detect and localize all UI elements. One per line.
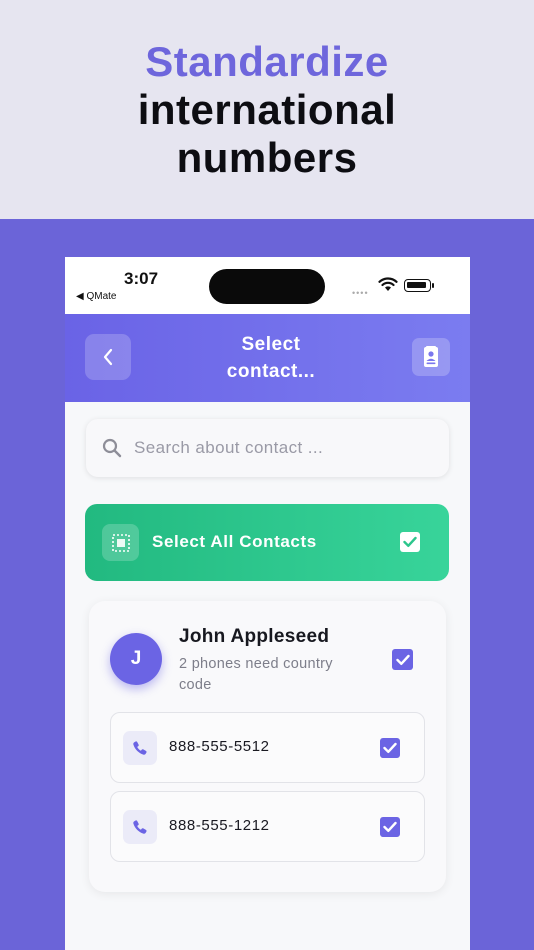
phone-number: 888-555-1212 (169, 817, 270, 834)
contact-card: J John Appleseed 2 phones need country c… (89, 601, 446, 892)
phone-number-row[interactable]: 888-555-5512 (110, 712, 425, 783)
phone-screen: 3:07 ◀ QMate •••• Select contact... Sear… (65, 257, 470, 950)
chevron-left-icon (103, 348, 113, 366)
search-input[interactable] (134, 435, 434, 461)
back-button[interactable] (85, 334, 131, 380)
page-title: Select contact... (226, 334, 316, 382)
phone-icon (123, 731, 157, 765)
search-box (86, 419, 449, 477)
contact-subtitle: 2 phones need country code (179, 656, 333, 693)
select-all-contacts-button[interactable]: Select All Contacts (85, 504, 449, 581)
nav-header: Select contact... (65, 314, 470, 402)
contacts-book-button[interactable] (412, 338, 450, 376)
status-bar: 3:07 ◀ QMate •••• (65, 257, 470, 314)
dynamic-island (209, 269, 325, 304)
cellular-signal-icon: •••• (352, 288, 369, 298)
wifi-icon (378, 277, 398, 291)
checkmark-icon (383, 821, 397, 832)
hero-banner: Standardize international numbers (0, 0, 534, 219)
phone-number-row[interactable]: 888-555-1212 (110, 791, 425, 862)
search-icon (102, 438, 122, 458)
avatar: J (110, 633, 162, 685)
contact-name: John Appleseed (179, 626, 330, 647)
hero-headline-highlight: Standardize (145, 38, 389, 85)
phone-checkbox[interactable] (380, 817, 400, 837)
contact-checkbox[interactable] (392, 649, 413, 670)
hero-headline-line3: numbers (176, 134, 358, 181)
select-all-checkbox[interactable] (400, 532, 420, 552)
phone-icon (123, 810, 157, 844)
select-all-label: Select All Contacts (152, 532, 317, 551)
battery-icon (404, 279, 434, 292)
status-time: 3:07 (124, 269, 159, 288)
select-all-icon (102, 524, 139, 561)
checkmark-icon (395, 654, 410, 665)
phone-number: 888-555-5512 (169, 738, 270, 755)
checkmark-icon (383, 742, 397, 753)
contacts-book-icon (424, 346, 438, 367)
hero-headline-line2: international (137, 86, 397, 133)
phone-checkbox[interactable] (380, 738, 400, 758)
checkmark-icon (403, 536, 417, 547)
back-to-app-link[interactable]: ◀ QMate (76, 291, 116, 302)
